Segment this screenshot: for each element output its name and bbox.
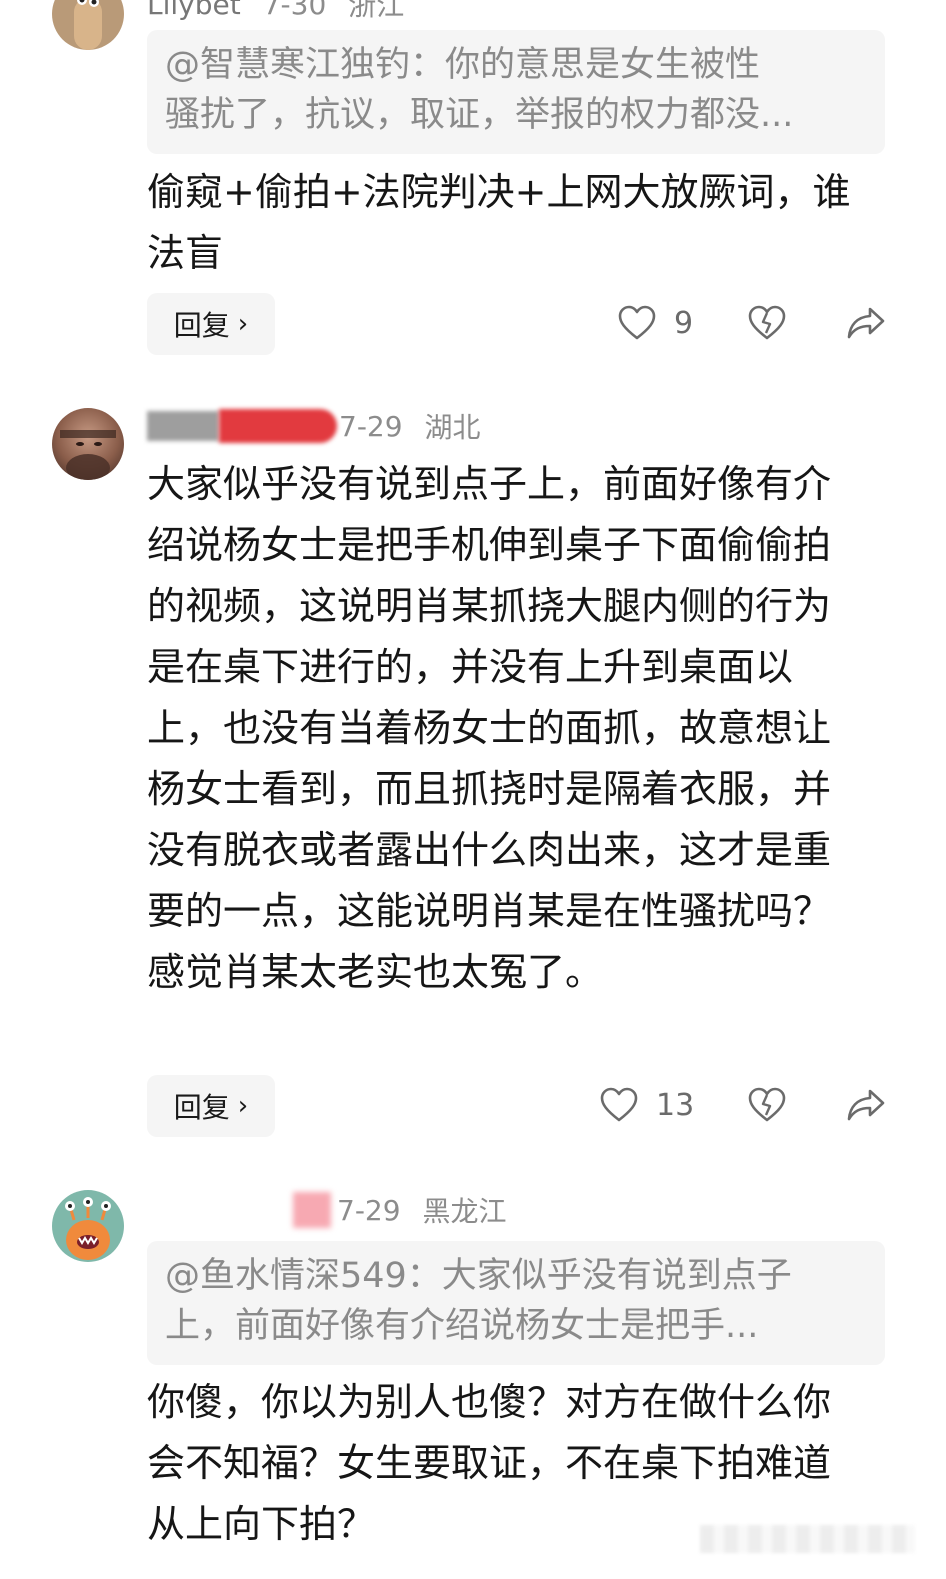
username-redacted bbox=[293, 1192, 331, 1228]
dislike-button[interactable] bbox=[748, 305, 786, 341]
comment-date: 7-29 bbox=[337, 1193, 401, 1227]
like-count: 13 bbox=[656, 1087, 695, 1123]
comment-meta: 7-29 黑龙江 bbox=[147, 1190, 507, 1230]
quote-line: 上，前面好像有介绍说杨女士是把手... bbox=[165, 1306, 759, 1346]
comment-date: 7-30 bbox=[262, 0, 327, 21]
username[interactable]: Lilybet bbox=[147, 0, 241, 21]
avatar[interactable] bbox=[52, 1190, 124, 1262]
share-button[interactable] bbox=[846, 1087, 886, 1123]
comment-location: 浙江 bbox=[348, 0, 405, 22]
reply-label: 回复 bbox=[173, 309, 230, 342]
watermark bbox=[700, 1525, 915, 1553]
chevron-right-icon: › bbox=[237, 1091, 249, 1121]
heart-icon bbox=[618, 305, 656, 341]
share-button[interactable] bbox=[846, 305, 886, 341]
quoted-reply[interactable]: @智慧寒江独钓：你的意思是女生被性 骚扰了，抗议，取证，举报的权力都没... bbox=[147, 30, 885, 154]
comment-meta: Lilybet 7-30 浙江 bbox=[147, 0, 404, 24]
reply-button[interactable]: 回复 › bbox=[147, 293, 275, 355]
comment-text: 偷窥+偷拍+法院判决+上网大放厥词，谁法盲 bbox=[147, 170, 851, 275]
comment-location: 湖北 bbox=[424, 411, 481, 444]
quote-line: @智慧寒江独钓：你的意思是女生被性 bbox=[165, 45, 761, 85]
quote-line: @鱼水情深549：大家似乎没有说到点子 bbox=[165, 1256, 792, 1296]
quote-line: 骚扰了，抗议，取证，举报的权力都没... bbox=[165, 95, 794, 135]
quoted-reply[interactable]: @鱼水情深549：大家似乎没有说到点子 上，前面好像有介绍说杨女士是把手... bbox=[147, 1241, 885, 1365]
avatar[interactable] bbox=[52, 408, 124, 480]
comment-date: 7-29 bbox=[339, 409, 403, 443]
reply-label: 回复 bbox=[173, 1091, 230, 1124]
comment-text: 大家似乎没有说到点子上，前面好像有介绍说杨女士是把手机伸到桌子下面偷偷拍的视频，… bbox=[147, 462, 832, 994]
username-redacted bbox=[219, 409, 337, 443]
avatar[interactable] bbox=[52, 0, 124, 50]
chevron-right-icon: › bbox=[237, 309, 249, 339]
like-button[interactable]: 9 bbox=[618, 305, 693, 341]
comment-meta: 7-29 湖北 bbox=[147, 406, 481, 446]
dislike-icon bbox=[748, 305, 786, 341]
heart-icon bbox=[600, 1087, 638, 1123]
reply-button[interactable]: 回复 › bbox=[147, 1075, 275, 1137]
like-count: 9 bbox=[674, 305, 694, 341]
dislike-button[interactable] bbox=[748, 1087, 786, 1123]
dislike-icon bbox=[748, 1087, 786, 1123]
share-icon bbox=[846, 1087, 886, 1123]
comment-location: 黑龙江 bbox=[422, 1195, 507, 1228]
share-icon bbox=[846, 305, 886, 341]
like-button[interactable]: 13 bbox=[600, 1087, 694, 1123]
username-redacted[interactable] bbox=[147, 411, 219, 441]
